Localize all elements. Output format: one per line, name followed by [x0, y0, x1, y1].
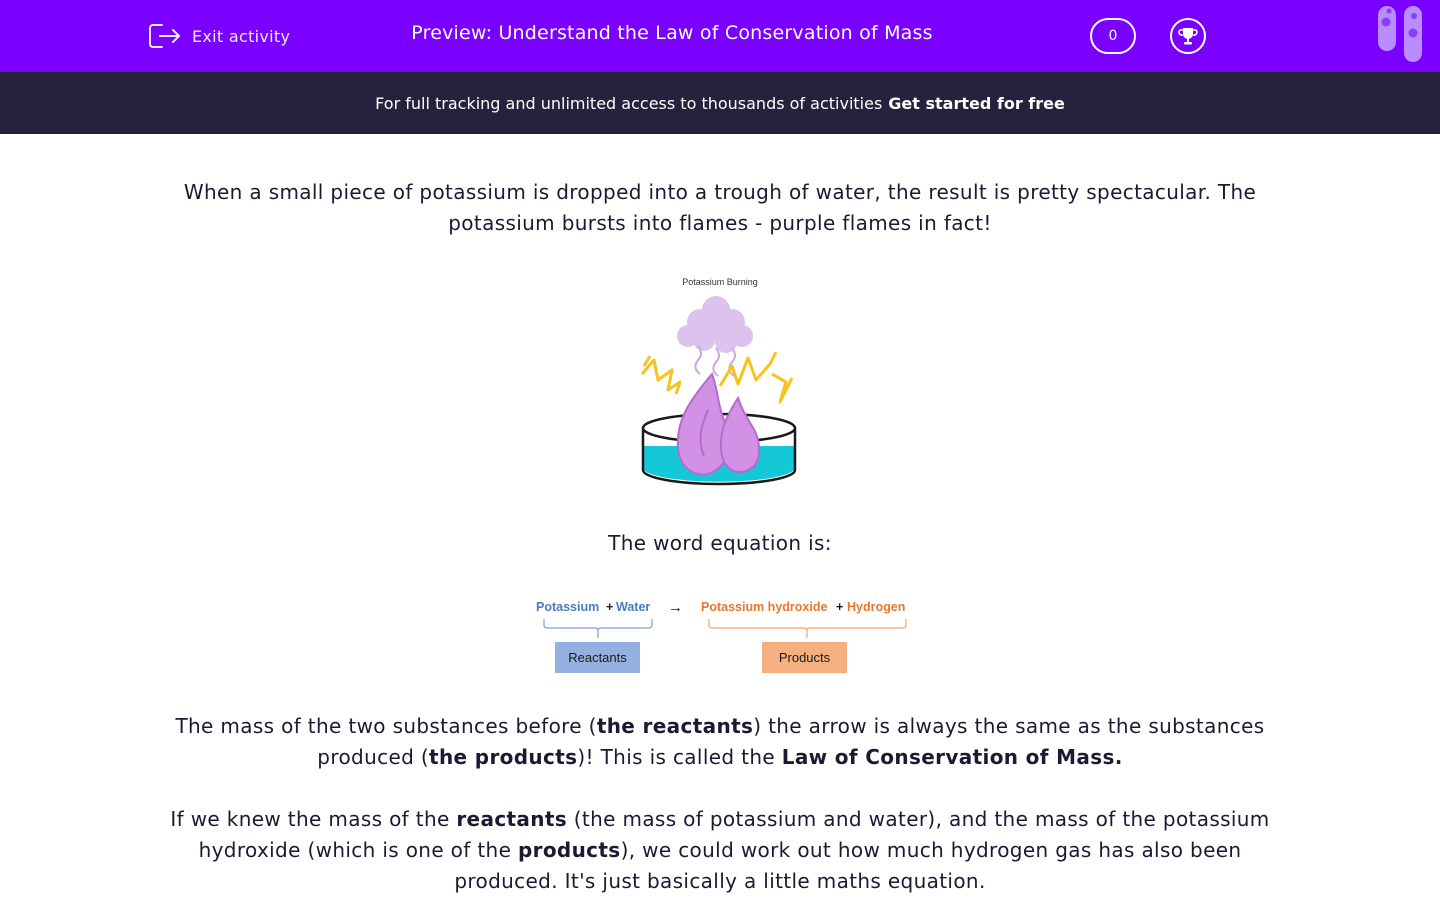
- intro-line-1: When a small piece of potassium is dropp…: [183, 180, 1257, 204]
- page-title: Preview: Understand the Law of Conservat…: [411, 22, 933, 44]
- potassium-burning-illustration: Potassium Burning: [640, 277, 797, 486]
- trophy-button[interactable]: [1170, 18, 1206, 54]
- plus-sign-1: +: [606, 600, 613, 614]
- calculation-paragraph: If we knew the mass of the reactants (th…: [140, 804, 1300, 897]
- reactant-water: Water: [616, 600, 650, 614]
- word-equation-diagram: Potassium + Water → Potassium hydroxide …: [536, 599, 907, 673]
- products-label: Products: [779, 650, 831, 665]
- top-bar: Exit activity Preview: Understand the La…: [0, 0, 1440, 72]
- product-hydrogen: Hydrogen: [847, 600, 905, 614]
- signup-banner: For full tracking and unlimited access t…: [0, 72, 1440, 134]
- bold-the-reactants: the reactants: [596, 714, 754, 738]
- bold-products: products: [517, 838, 621, 862]
- score-badge: 0: [1090, 18, 1136, 54]
- intro-paragraph: When a small piece of potassium is dropp…: [140, 177, 1300, 239]
- reactant-potassium: Potassium: [536, 600, 599, 614]
- purple-flames: [676, 372, 760, 476]
- test-tubes-logo: [1378, 6, 1422, 62]
- products-brace: [708, 619, 907, 632]
- calculation-line-1: If we knew the mass of the reactants (th…: [170, 807, 1270, 831]
- calculation-line-2: hydroxide (which is one of the products)…: [198, 838, 1242, 862]
- illustration-caption: Potassium Burning: [682, 277, 758, 287]
- get-started-link[interactable]: Get started for free: [888, 94, 1065, 113]
- reaction-arrow: →: [668, 599, 683, 616]
- product-potassium-hydroxide: Potassium hydroxide: [701, 600, 827, 614]
- bold-law-name: Law of Conservation of Mass.: [781, 745, 1123, 769]
- exit-activity-label: Exit activity: [192, 26, 291, 46]
- trophy-icon: [1178, 28, 1198, 45]
- spark-left: [640, 355, 682, 395]
- intro-line-2: potassium bursts into flames - purple fl…: [448, 211, 992, 235]
- reactants-brace: [543, 619, 653, 632]
- exit-icon: [149, 24, 180, 48]
- bold-reactants: reactants: [456, 807, 568, 831]
- word-equation-label: The word equation is:: [608, 531, 832, 555]
- smoke-cloud: [677, 296, 753, 353]
- exit-activity-button[interactable]: Exit activity: [148, 18, 290, 54]
- reactants-label: Reactants: [568, 650, 627, 665]
- plus-sign-2: +: [836, 600, 843, 614]
- conservation-line-1: The mass of the two substances before (t…: [175, 714, 1265, 738]
- banner-text: For full tracking and unlimited access t…: [375, 93, 883, 113]
- bold-the-products: the products: [429, 745, 578, 769]
- calculation-line-3: produced. It's just basically a little m…: [454, 869, 986, 893]
- spark-right: [718, 351, 794, 404]
- conservation-line-2: produced (the products)! This is called …: [317, 745, 1123, 769]
- conservation-paragraph: The mass of the two substances before (t…: [140, 711, 1300, 773]
